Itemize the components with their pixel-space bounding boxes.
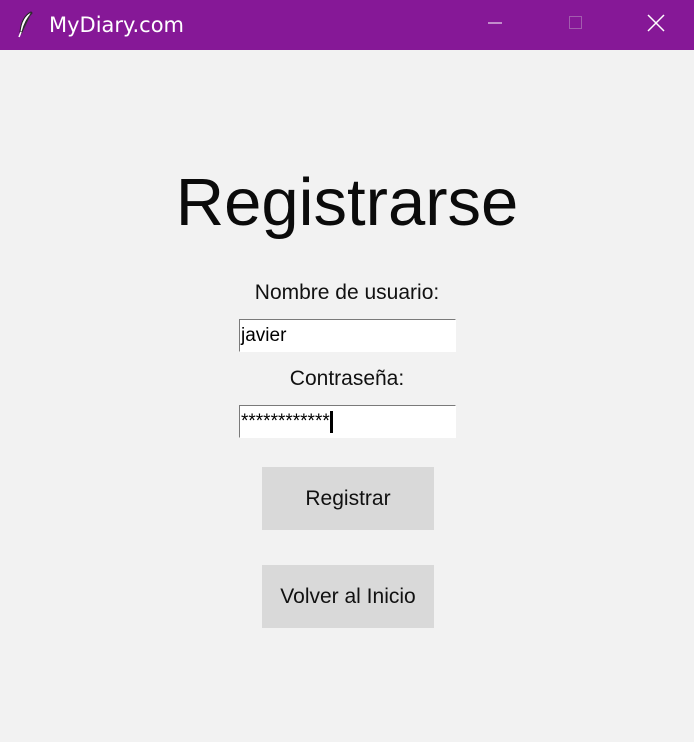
password-input[interactable]: ************ — [239, 405, 456, 438]
password-value: ************ — [241, 410, 330, 432]
app-window: MyDiary.com Registrarse Nombre de usuari… — [0, 0, 694, 742]
password-label: Contraseña: — [289, 367, 405, 390]
username-value: javier — [241, 324, 287, 346]
register-button[interactable]: Registrar — [262, 467, 434, 530]
minimize-icon — [487, 15, 503, 36]
close-icon — [646, 13, 665, 37]
maximize-button[interactable] — [536, 0, 616, 50]
maximize-icon — [568, 15, 584, 36]
username-label: Nombre de usuario: — [254, 281, 440, 304]
title-bar[interactable]: MyDiary.com — [0, 0, 694, 50]
text-cursor — [329, 410, 333, 433]
register-form: Registrarse Nombre de usuario: javier Co… — [0, 50, 694, 742]
window-title: MyDiary.com — [49, 13, 185, 37]
minimize-button[interactable] — [455, 0, 535, 50]
back-to-home-button[interactable]: Volver al Inicio — [262, 565, 434, 628]
page-title: Registrarse — [175, 165, 519, 240]
username-input[interactable]: javier — [239, 319, 456, 352]
feather-icon — [16, 10, 36, 38]
close-button[interactable] — [617, 0, 694, 50]
